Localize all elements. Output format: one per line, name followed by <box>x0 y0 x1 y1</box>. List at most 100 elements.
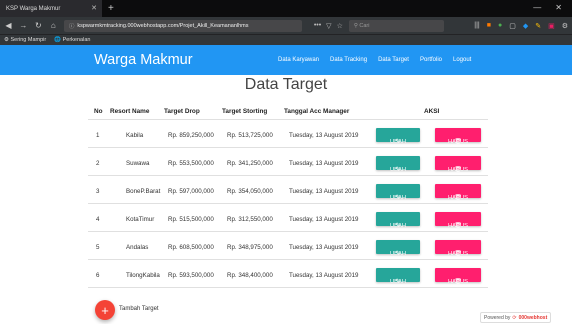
cell-no: 3 <box>96 188 100 195</box>
cell-target-drop: Rp. 515,500,000 <box>168 216 214 223</box>
cell-tanggal: Tuesday, 13 August 2019 <box>289 188 359 195</box>
col-aksi: AKSI <box>424 108 440 115</box>
cell-resort: TilongKabila <box>126 272 160 279</box>
library-icon[interactable]: ||| <box>474 22 479 30</box>
col-target-storting: Target Storting <box>222 108 268 115</box>
trash-icon: 🗑 <box>454 223 462 229</box>
menu-dots-icon[interactable]: ••• <box>314 22 321 30</box>
window-controls: — ✕ <box>533 3 562 12</box>
page-title: Data Target <box>244 76 328 93</box>
bookmark-label: Sering Mampir <box>10 37 47 43</box>
close-tab-icon[interactable]: ✕ <box>91 4 97 12</box>
table-row: 6 TilongKabila Rp. 593,500,000 Rp. 348,400,… <box>88 261 488 288</box>
extension-blue-icon[interactable]: ◆ <box>523 22 528 30</box>
webhost-logo-icon: ⟳ <box>512 314 517 321</box>
browser-tab[interactable]: KSP Warga Makmur ✕ <box>0 0 102 17</box>
cell-tanggal: Tuesday, 13 August 2019 <box>289 132 359 139</box>
pocket-icon[interactable]: ▽ <box>326 22 331 30</box>
browser-toolbar: ◀ → ↻ ⌂ ⓘ kspwarmkmtracking.000webhostap… <box>0 17 572 34</box>
tab-title: KSP Warga Makmur <box>6 5 61 12</box>
trash-icon: 🗑 <box>454 195 462 201</box>
delete-button[interactable]: HAPUS 🗑 <box>435 156 481 173</box>
search-input[interactable]: ⚲ Cari <box>348 19 445 32</box>
delete-button[interactable]: HAPUS 🗑 <box>435 212 481 229</box>
cell-resort: Kabila <box>126 132 144 139</box>
site-info-icon[interactable]: ⓘ <box>69 22 75 30</box>
cell-tanggal: Tuesday, 13 August 2019 <box>289 216 359 223</box>
bookmarks-bar: ⚙ Sering Mampir 🌐 Perkenalan <box>0 34 572 45</box>
edit-button[interactable]: UBAH ✎ <box>376 212 420 229</box>
extension-red-icon[interactable]: ▣ <box>548 22 555 30</box>
address-bar[interactable]: ⓘ kspwarmkmtracking.000webhostapp.com/Pr… <box>63 19 302 32</box>
powered-brand: 000webhost <box>518 314 548 321</box>
reader-icon[interactable]: ▢ <box>509 22 516 30</box>
cell-resort: Andalas <box>126 244 149 251</box>
reload-icon[interactable]: ↻ <box>34 21 43 30</box>
trash-icon: 🗑 <box>454 279 462 285</box>
extension-orange-icon[interactable]: ■ <box>487 22 491 30</box>
bookmark-item[interactable]: 🌐 Perkenalan <box>54 37 90 43</box>
edit-button[interactable]: UBAH ✎ <box>376 268 420 285</box>
powered-by-badge[interactable]: Powered by ⟳ 000webhost <box>480 312 552 323</box>
col-target-drop: Target Drop <box>164 108 200 115</box>
trash-icon: 🗑 <box>454 167 462 173</box>
nav-data-target[interactable]: Data Target <box>378 57 409 63</box>
cell-target-storting: Rp. 312,550,000 <box>227 216 273 223</box>
cell-target-drop: Rp. 597,000,000 <box>168 188 214 195</box>
site-navbar: Warga Makmur Data Karyawan Data Tracking… <box>0 45 572 75</box>
cell-no: 2 <box>96 160 100 167</box>
trash-icon: 🗑 <box>454 251 462 257</box>
back-icon[interactable]: ◀ <box>4 21 13 30</box>
bookmark-item[interactable]: ⚙ Sering Mampir <box>4 37 46 43</box>
cell-tanggal: Tuesday, 13 August 2019 <box>289 272 359 279</box>
pencil-icon: ✎ <box>395 195 401 201</box>
edit-button[interactable]: UBAH ✎ <box>376 184 420 201</box>
cell-target-storting: Rp. 354,050,000 <box>227 188 273 195</box>
pencil-icon: ✎ <box>395 279 401 285</box>
search-placeholder: Cari <box>359 22 370 29</box>
cell-target-drop: Rp. 859,250,000 <box>168 132 214 139</box>
col-tanggal: Tanggal Acc Manager <box>284 108 350 115</box>
delete-button[interactable]: HAPUS 🗑 <box>435 128 481 145</box>
close-window-icon[interactable]: ✕ <box>555 3 562 12</box>
minimize-icon[interactable]: — <box>533 3 541 12</box>
extension-yellow-icon[interactable]: ✎ <box>535 22 541 30</box>
cell-target-storting: Rp. 513,725,000 <box>227 132 273 139</box>
bookmark-label: Perkenalan <box>62 37 91 43</box>
cell-target-storting: Rp. 341,250,000 <box>227 160 273 167</box>
extension-green-icon[interactable]: ● <box>498 22 502 30</box>
table-row: 4 KotaTimur Rp. 515,500,000 Rp. 312,550,000… <box>88 205 488 232</box>
pencil-icon: ✎ <box>395 223 401 229</box>
table-row: 5 Andalas Rp. 608,500,000 Rp. 348,975,000 Tu… <box>88 233 488 260</box>
brand-logo[interactable]: Warga Makmur <box>94 52 193 68</box>
nav-data-karyawan[interactable]: Data Karyawan <box>278 57 319 63</box>
pencil-icon: ✎ <box>395 251 401 257</box>
pencil-icon: ✎ <box>395 167 401 173</box>
delete-button[interactable]: HAPUS 🗑 <box>435 184 481 201</box>
powered-prefix: Powered by <box>484 314 511 321</box>
bookmark-star-icon[interactable]: ☆ <box>337 22 343 30</box>
edit-button[interactable]: UBAH ✎ <box>376 240 420 257</box>
table-row: 3 BoneP.Barat Rp. 597,000,000 Rp. 354,050,0… <box>88 177 488 204</box>
table-row: 1 Kabila Rp. 859,250,000 Rp. 513,725,000 Tue… <box>88 121 488 148</box>
nav-data-tracking[interactable]: Data Tracking <box>330 57 367 63</box>
add-target-label[interactable]: Tambah Target <box>119 306 159 312</box>
cell-resort: KotaTimur <box>126 216 155 223</box>
cell-tanggal: Tuesday, 13 August 2019 <box>289 160 359 167</box>
nav-portfolio[interactable]: Portfolio <box>420 57 442 63</box>
nav-logout[interactable]: Logout <box>453 57 471 63</box>
trash-icon: 🗑 <box>454 139 462 145</box>
new-tab-icon[interactable]: + <box>108 3 114 14</box>
cell-target-drop: Rp. 553,500,000 <box>168 160 214 167</box>
home-icon[interactable]: ⌂ <box>49 21 58 30</box>
nav-links: Data Karyawan Data Tracking Data Target … <box>278 45 471 75</box>
delete-button[interactable]: HAPUS 🗑 <box>435 240 481 257</box>
edit-button[interactable]: UBAH ✎ <box>376 156 420 173</box>
delete-button[interactable]: HAPUS 🗑 <box>435 268 481 285</box>
add-target-button[interactable]: + <box>95 300 115 320</box>
plus-icon: + <box>101 302 109 318</box>
forward-icon[interactable]: → <box>19 21 28 30</box>
extension-settings-icon[interactable]: ⚙ <box>562 22 568 30</box>
cell-resort: BoneP.Barat <box>126 188 161 195</box>
edit-button[interactable]: UBAH ✎ <box>376 128 420 145</box>
